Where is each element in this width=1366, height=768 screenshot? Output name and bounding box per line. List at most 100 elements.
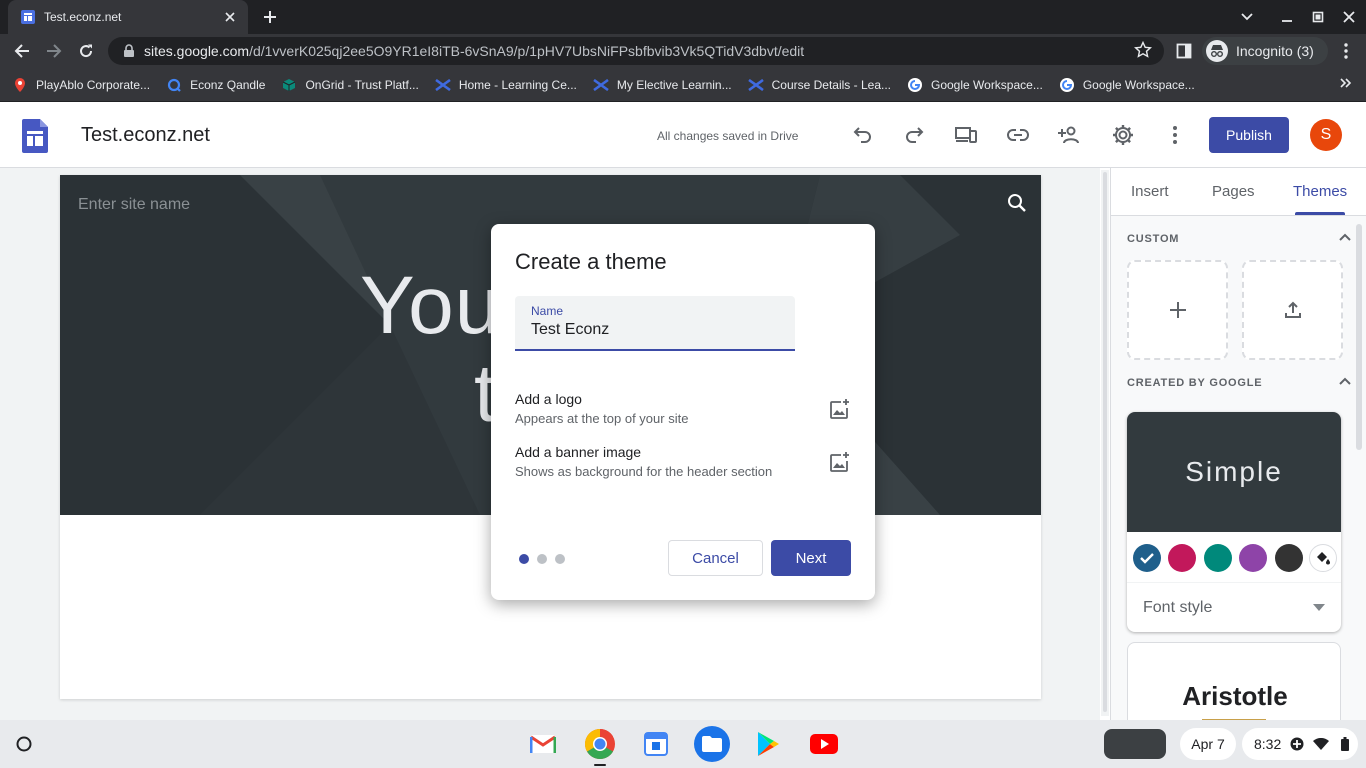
add-image-icon[interactable]	[827, 398, 851, 422]
page-title-line-1[interactable]: You	[360, 259, 501, 353]
color-swatch[interactable]	[1204, 544, 1232, 572]
add-logo-title: Add a logo	[515, 391, 582, 407]
tab-insert[interactable]: Insert	[1131, 183, 1169, 200]
close-tab-icon[interactable]	[220, 7, 240, 27]
new-tab-icon[interactable]	[258, 6, 282, 28]
avatar[interactable]: S	[1310, 119, 1342, 151]
browser-tab-strip: Test.econz.net	[0, 0, 1366, 34]
theme-name-label: Name	[531, 304, 564, 318]
canvas-scrollbar[interactable]	[1101, 170, 1109, 716]
incognito-label: Incognito (3)	[1236, 43, 1314, 59]
browser-toolbar: sites.google.com/d/1vverK025qj2ee5O9YR1e…	[0, 34, 1366, 68]
color-swatch-selected[interactable]	[1133, 544, 1161, 572]
tab-title: Test.econz.net	[44, 10, 122, 24]
upload-theme-tile[interactable]	[1242, 260, 1343, 360]
link-icon[interactable]	[1006, 123, 1030, 147]
map-pin-icon	[12, 77, 28, 93]
bookmark-item[interactable]: Google Workspace...	[907, 77, 1043, 93]
simple-theme-preview[interactable]: Simple	[1127, 412, 1341, 532]
chevron-up-icon[interactable]	[1338, 230, 1352, 244]
google-g-icon	[907, 77, 923, 93]
address-bar[interactable]: sites.google.com/d/1vverK025qj2ee5O9YR1e…	[108, 37, 1164, 65]
youtube-icon[interactable]	[806, 726, 842, 762]
clock-time: 8:32	[1254, 736, 1282, 752]
bookmark-item[interactable]: PlayAblo Corporate...	[12, 77, 150, 93]
aristotle-theme-preview: Aristotle	[1182, 681, 1288, 711]
active-tab-indicator	[1295, 212, 1345, 215]
color-swatch[interactable]	[1168, 544, 1196, 572]
back-arrow-icon[interactable]	[12, 41, 32, 61]
checkmark-icon	[1140, 553, 1154, 564]
site-name-input[interactable]: Enter site name	[78, 196, 190, 214]
close-window-icon[interactable]	[1340, 8, 1358, 26]
publish-button[interactable]: Publish	[1209, 117, 1289, 153]
maximize-icon[interactable]	[1309, 8, 1327, 26]
paint-bucket-icon[interactable]	[1309, 544, 1337, 572]
custom-section-header: CUSTOM	[1127, 233, 1180, 245]
x-logo-icon	[747, 77, 764, 93]
add-logo-subtitle: Appears at the top of your site	[515, 411, 689, 426]
chevron-up-icon[interactable]	[1338, 374, 1352, 388]
incognito-indicator[interactable]: Incognito (3)	[1202, 37, 1328, 65]
bookmark-item[interactable]: Course Details - Lea...	[747, 77, 891, 93]
browser-tab[interactable]: Test.econz.net	[8, 0, 248, 34]
preview-devices-icon[interactable]	[954, 123, 978, 147]
date-indicator[interactable]: Apr 7	[1180, 728, 1236, 760]
gmail-icon[interactable]	[525, 726, 561, 762]
bookmark-star-icon[interactable]	[1134, 41, 1154, 61]
files-icon[interactable]	[694, 726, 730, 762]
chrome-icon[interactable]	[582, 726, 618, 762]
tab-search-chevron-icon[interactable]	[1238, 8, 1256, 26]
reload-icon[interactable]	[76, 41, 96, 61]
color-swatch[interactable]	[1239, 544, 1267, 572]
theme-name-field[interactable]: Name	[515, 296, 795, 351]
calendar-icon[interactable]	[638, 726, 674, 762]
bookmark-item[interactable]: Home - Learning Ce...	[435, 77, 577, 93]
undo-icon[interactable]	[851, 123, 875, 147]
settings-gear-icon[interactable]	[1111, 123, 1135, 147]
simple-theme-card[interactable]: Simple Font style	[1127, 412, 1341, 632]
more-options-icon[interactable]	[1163, 123, 1187, 147]
site-title[interactable]: Test.econz.net	[81, 124, 210, 147]
launcher-icon[interactable]	[10, 730, 38, 758]
scrollbar-thumb[interactable]	[1103, 172, 1107, 712]
font-style-dropdown[interactable]: Font style	[1127, 582, 1341, 632]
bookmark-item[interactable]: Econz Qandle	[166, 77, 265, 93]
status-area[interactable]: 8:32	[1242, 728, 1358, 760]
sites-header: Test.econz.net All changes saved in Driv…	[0, 102, 1366, 168]
step-dot	[555, 554, 565, 564]
theme-name-input[interactable]	[531, 321, 781, 339]
search-icon[interactable]	[1007, 193, 1027, 213]
redo-icon[interactable]	[902, 123, 926, 147]
aristotle-theme-card[interactable]: Aristotle	[1127, 642, 1341, 720]
holding-space-thumbnail[interactable]	[1104, 729, 1166, 759]
minimize-icon[interactable]	[1278, 8, 1296, 26]
forward-arrow-icon[interactable]	[44, 41, 64, 61]
dialog-title: Create a theme	[515, 249, 667, 274]
share-add-person-icon[interactable]	[1058, 123, 1082, 147]
tab-themes[interactable]: Themes	[1293, 183, 1347, 200]
google-sites-logo-icon[interactable]	[22, 119, 48, 153]
bookmarks-bar: PlayAblo Corporate... Econz Qandle OnGri…	[0, 68, 1366, 102]
incognito-icon	[1206, 40, 1228, 62]
create-theme-tile[interactable]	[1127, 260, 1228, 360]
side-panel-icon[interactable]	[1174, 41, 1194, 61]
qandle-q-icon	[166, 77, 182, 93]
cancel-button[interactable]: Cancel	[668, 540, 763, 576]
panel-scrollbar[interactable]	[1356, 224, 1362, 450]
ongrid-cube-icon	[281, 77, 297, 93]
play-store-icon[interactable]	[750, 726, 786, 762]
bookmarks-overflow-icon[interactable]	[1340, 77, 1352, 89]
bookmark-item[interactable]: My Elective Learnin...	[593, 77, 732, 93]
add-image-icon[interactable]	[827, 451, 851, 475]
bookmark-item[interactable]: OnGrid - Trust Platf...	[281, 77, 419, 93]
step-dot-active	[519, 554, 529, 564]
color-swatch[interactable]	[1275, 544, 1303, 572]
panel-tabs: Insert Pages Themes	[1111, 168, 1366, 216]
tab-pages[interactable]: Pages	[1212, 183, 1255, 200]
next-button[interactable]: Next	[771, 540, 851, 576]
add-banner-row[interactable]: Add a banner image Shows as background f…	[515, 444, 851, 484]
add-logo-row[interactable]: Add a logo Appears at the top of your si…	[515, 391, 851, 431]
bookmark-item[interactable]: Google Workspace...	[1059, 77, 1195, 93]
browser-menu-icon[interactable]	[1336, 41, 1356, 61]
